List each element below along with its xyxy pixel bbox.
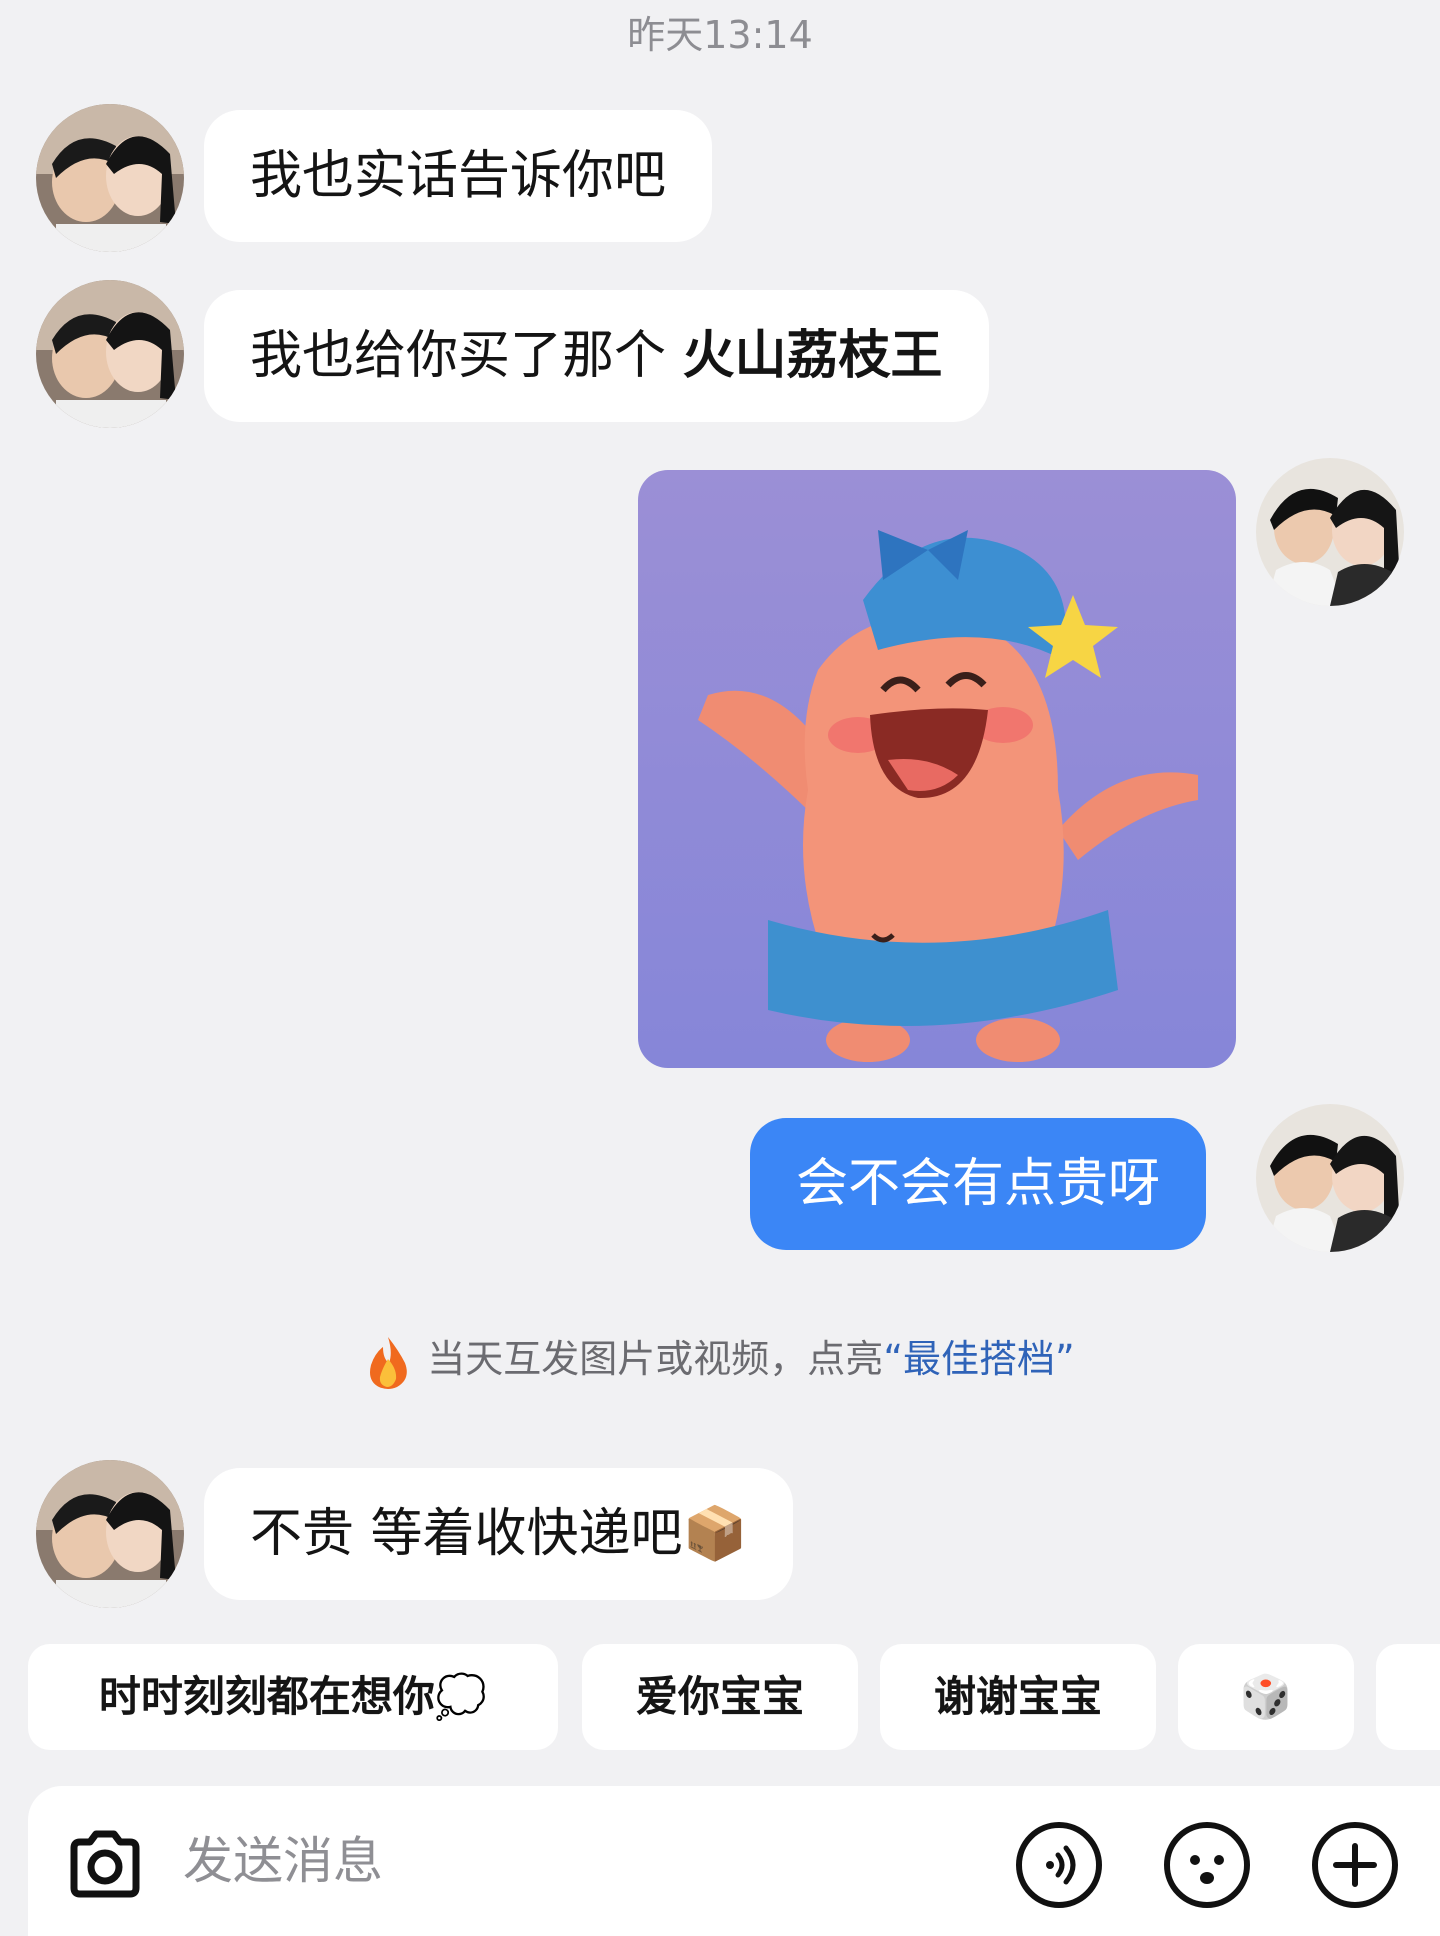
quick-reply-chip[interactable]: 谢谢宝宝 — [880, 1644, 1156, 1750]
message-text: 会不会有点贵呀 — [796, 1154, 1161, 1214]
contact-avatar[interactable] — [36, 104, 184, 252]
message-text: 我也实话告诉你吧 — [250, 146, 667, 206]
message-input-bar: 发送消息 — [28, 1786, 1440, 1936]
fire-icon — [365, 1335, 411, 1389]
thought-bubble-emoji: 💭 — [434, 1672, 488, 1721]
emoji-icon[interactable] — [1162, 1820, 1252, 1910]
patrick-star-sticker[interactable] — [638, 470, 1236, 1068]
contact-avatar[interactable] — [36, 1460, 184, 1608]
quick-reply-chip-partial[interactable] — [1376, 1644, 1440, 1750]
message-bold-text: 火山荔枝王 — [682, 326, 943, 386]
message-bubble[interactable]: 我也实话告诉你吧 — [204, 110, 713, 242]
quick-reply-chip[interactable]: 爱你宝宝 — [582, 1644, 858, 1750]
message-bubble[interactable]: 我也给你买了那个 火山荔枝王 — [204, 290, 989, 422]
camera-icon[interactable] — [60, 1820, 150, 1910]
user-avatar[interactable] — [1256, 458, 1404, 606]
quick-reply-label: 时时刻刻都在想你 — [98, 1672, 435, 1721]
best-partner-link[interactable]: “最佳搭档” — [883, 1337, 1074, 1381]
quick-reply-label: 谢谢宝宝 — [933, 1672, 1102, 1721]
contact-avatar[interactable] — [36, 280, 184, 428]
message-timestamp: 昨天13:14 — [627, 13, 813, 57]
quick-reply-chip[interactable]: 时时刻刻都在想你💭 — [28, 1644, 558, 1750]
dice-emoji: 🎲 — [1239, 1672, 1293, 1721]
package-emoji: 📦 — [682, 1504, 748, 1564]
message-bubble-self[interactable]: 会不会有点贵呀 — [750, 1118, 1207, 1250]
quick-reply-label: 爱你宝宝 — [635, 1672, 804, 1721]
best-partner-notice: 当天互发图片或视频，点亮“最佳搭档” — [0, 1328, 1440, 1389]
quick-reply-bar: 时时刻刻都在想你💭 爱你宝宝 谢谢宝宝 🎲 — [28, 1644, 1440, 1750]
notice-text: 当天互发图片或视频，点亮 — [427, 1337, 884, 1381]
plus-icon[interactable] — [1310, 1820, 1400, 1910]
message-input[interactable]: 发送消息 — [183, 1786, 383, 1936]
message-text: 我也给你买了那个 — [250, 326, 683, 386]
voice-icon[interactable] — [1014, 1820, 1104, 1910]
message-bubble[interactable]: 不贵 等着收快递吧📦 — [204, 1468, 794, 1600]
message-text: 不贵 等着收快递吧 — [250, 1504, 683, 1564]
user-avatar[interactable] — [1256, 1104, 1404, 1252]
dice-chip[interactable]: 🎲 — [1178, 1644, 1354, 1750]
